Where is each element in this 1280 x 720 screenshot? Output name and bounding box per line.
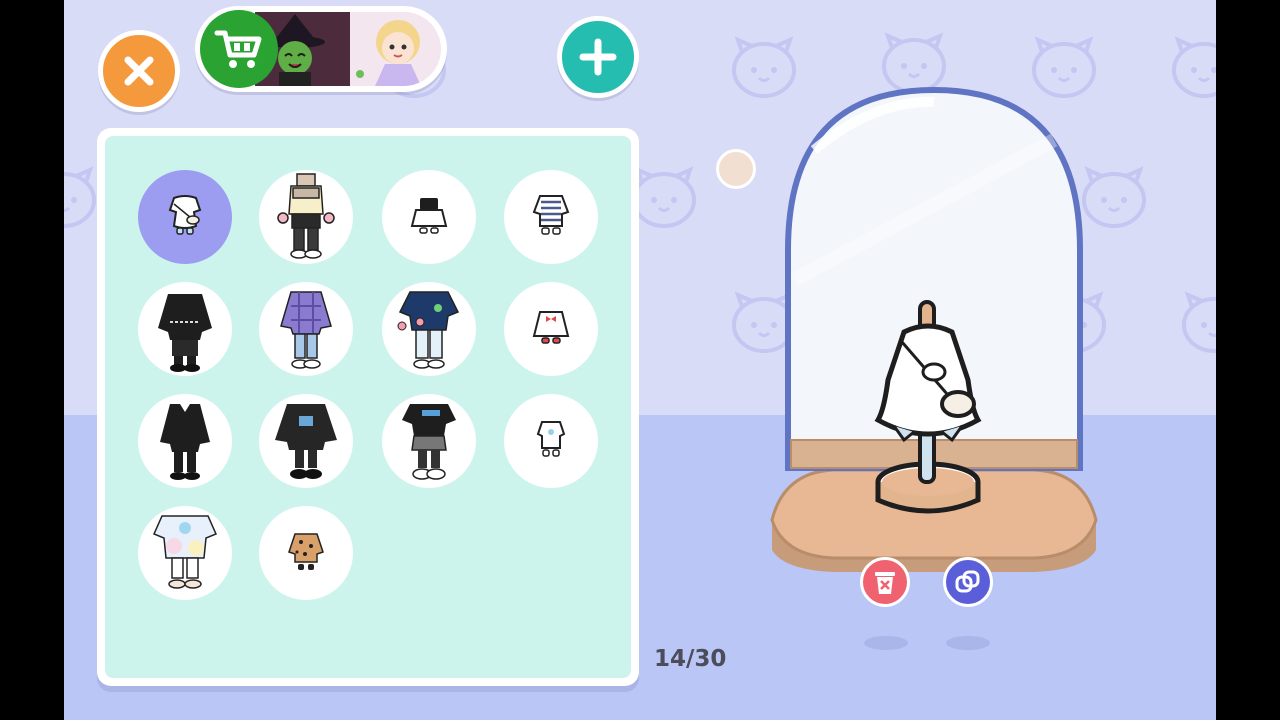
outfit-icon: [158, 294, 212, 372]
outfit-icon: [532, 195, 570, 235]
close-icon: [124, 56, 154, 86]
outfit-slot-black-gothic-jacket[interactable]: [138, 282, 232, 376]
outfit-slot-white-baby-romper[interactable]: [504, 394, 598, 488]
color-swatch-button[interactable]: [716, 149, 756, 189]
display-dome: [770, 86, 1098, 572]
shop-banner[interactable]: [195, 6, 447, 92]
delete-button-shadow: [864, 636, 908, 650]
outfit-slot-black-hoodie-outfit[interactable]: [259, 394, 353, 488]
outfit-slot-beige-scarf-striped-top[interactable]: [259, 170, 353, 264]
outfit-icon: [160, 404, 210, 480]
outfit-icon: [152, 515, 218, 589]
shop-button[interactable]: [200, 10, 278, 88]
outfit-slot-white-ruffle-dress-red-bow[interactable]: [504, 282, 598, 376]
duplicate-icon: [955, 570, 980, 593]
duplicate-button[interactable]: [943, 557, 993, 607]
delete-button[interactable]: [860, 557, 910, 607]
outfit-icon: [275, 404, 337, 479]
outfit-count: 14/30: [654, 646, 727, 672]
game-scene: 14/30: [64, 0, 1216, 720]
outfit-icon: [536, 421, 566, 457]
outfit-slot-black-logo-tee-skirt[interactable]: [382, 394, 476, 488]
outfit-icon: [532, 311, 570, 344]
outfit-slot-purple-plaid-jacket[interactable]: [259, 282, 353, 376]
outfit-icon: [280, 291, 332, 369]
promo-characters-image: [255, 12, 441, 86]
wardrobe-panel: [97, 128, 639, 686]
close-button[interactable]: [98, 30, 180, 112]
outfit-icon: [402, 404, 456, 480]
outfit-slot-black-school-uniform[interactable]: [138, 394, 232, 488]
outfit-slot-pastel-tie-dye-tee[interactable]: [138, 506, 232, 600]
outfit-icon: [277, 173, 335, 259]
trash-icon: [875, 572, 895, 594]
outfit-slot-white-dress-with-bag[interactable]: [138, 170, 232, 264]
duplicate-button-shadow: [946, 636, 990, 650]
outfit-icon: [410, 198, 448, 234]
outfit-icon: [168, 195, 202, 235]
shopping-cart-icon: [214, 30, 262, 68]
plus-icon: [579, 38, 617, 76]
add-outfit-button[interactable]: [557, 16, 639, 98]
outfit-icon: [288, 533, 324, 570]
outfit-slot-striped-sailor-top[interactable]: [504, 170, 598, 264]
outfit-grid: [105, 136, 631, 678]
outfit-slot-navy-tee-with-flower[interactable]: [382, 282, 476, 376]
outfit-slot-leopard-print-outfit[interactable]: [259, 506, 353, 600]
outfit-icon: [397, 291, 460, 369]
outfit-slot-black-top-white-skirt[interactable]: [382, 170, 476, 264]
